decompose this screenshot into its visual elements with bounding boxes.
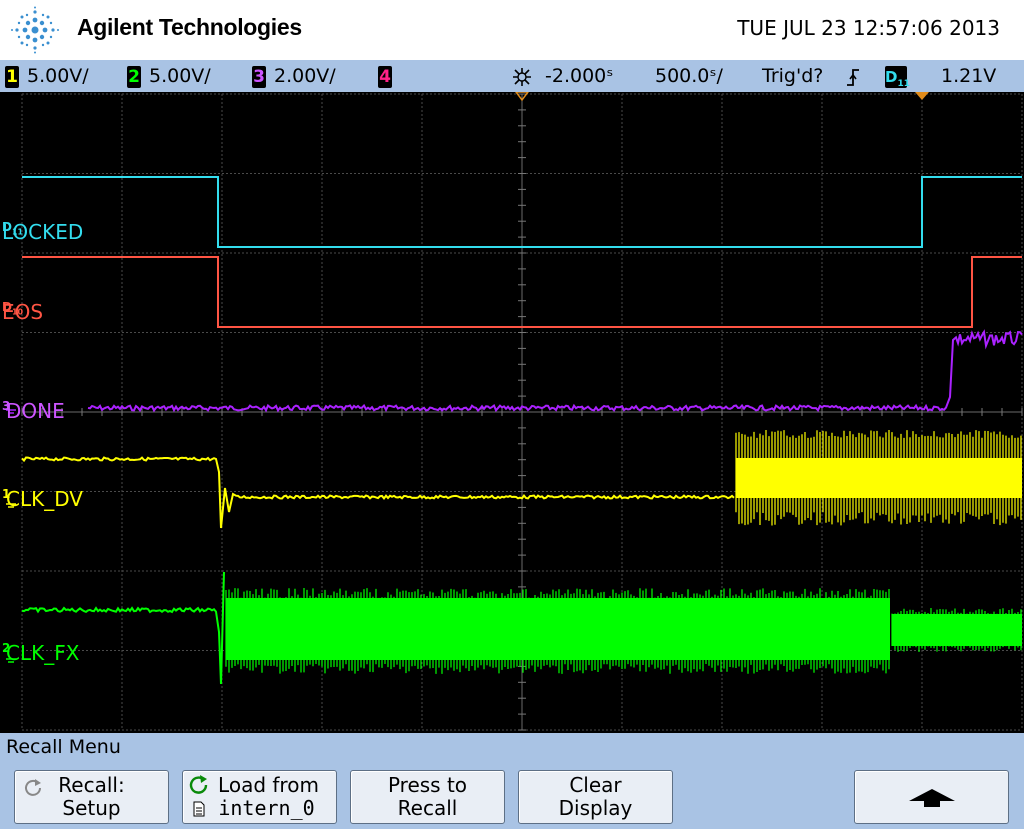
channel-clk-fx-label: 2 CLK_FX [2, 641, 79, 665]
status-bar: 1 5.00V/ 2 5.00V/ 3 2.00V/ 4 -2.000ˢ 500.0ˢ… [0, 60, 1024, 92]
trigger-state: Trig'd? [762, 65, 824, 87]
recall-setup-line2: Setup [62, 796, 121, 820]
press-to-recall-line1: Press to [387, 773, 468, 797]
channel-1-scale[interactable]: 1 5.00V/ [5, 63, 89, 89]
recall-circular-arrow-icon [189, 775, 208, 794]
channel-eos-marker: D10 [2, 300, 24, 317]
date-time: TUE JUL 23 12:57:06 2013 [737, 16, 1000, 40]
channel-done-marker: 3 [2, 399, 11, 413]
delay-reference-marker [915, 92, 929, 100]
horizontal-delay[interactable]: -2.000ˢ [509, 63, 613, 89]
brand-name: Agilent Technologies [77, 14, 302, 40]
channel-3-badge: 3 [252, 65, 266, 88]
clear-display-line2: Display [558, 796, 633, 820]
back-up-softkey[interactable] [854, 770, 1009, 824]
done-trace [87, 329, 1023, 413]
trigger-source-badge: D11 [885, 65, 910, 89]
delay-knob-icon [513, 67, 531, 86]
channel-locked-marker: D11 [2, 220, 24, 237]
recall-setup-softkey[interactable]: Recall: Setup [14, 770, 169, 824]
timebase[interactable]: 500.0ˢ/ [655, 63, 723, 89]
load-from-softkey[interactable]: Load from intern_0 [182, 770, 337, 824]
channel-1-scale-value: 5.00V/ [27, 65, 89, 87]
waveform-display[interactable]: D11 LOCKED D10 EOS 3 DONE 1 CLK_DV 2 CLK… [0, 92, 1024, 733]
channel-locked-label: D11 LOCKED [2, 220, 83, 244]
channel-clk-fx-name: CLK_FX [6, 641, 80, 665]
clear-display-line1: Clear [569, 773, 622, 797]
trigger-level-value: 1.21V [941, 65, 997, 87]
channel-clk-dv-label: 1 CLK_DV [2, 487, 83, 511]
channel-3-scale[interactable]: 3 2.00V/ [252, 63, 336, 89]
trigger-level[interactable]: 1.21V [941, 63, 996, 89]
recall-circular-arrow-icon [25, 779, 41, 796]
press-to-recall-softkey[interactable]: Press to Recall [350, 770, 505, 824]
agilent-spark-icon [11, 6, 59, 54]
file-icon [193, 801, 205, 817]
clk-dv-trace [21, 456, 735, 529]
press-to-recall-line2: Recall [397, 796, 458, 820]
channel-2-scale-value: 5.00V/ [149, 65, 211, 87]
channel-clk-fx-marker: 2 [2, 641, 11, 655]
softkey-bar: Recall: Setup Load from intern_0 Press t… [0, 761, 1024, 829]
graticule [6, 92, 1023, 731]
channel-clk-dv-marker: 1 [2, 487, 11, 501]
load-from-file-name: intern_0 [218, 796, 315, 820]
channel-done-name: DONE [6, 399, 65, 423]
channel-done-label: 3 DONE [2, 399, 65, 423]
trigger-status: Trig'd? [762, 63, 823, 89]
channel-4-scale[interactable]: 4 [378, 63, 400, 89]
channel-2-badge: 2 [127, 65, 141, 88]
channel-clk-dv-name: CLK_DV [6, 487, 83, 511]
up-arrow-icon [909, 789, 955, 807]
channel-3-scale-value: 2.00V/ [274, 65, 336, 87]
clk-fx-trace [21, 571, 225, 685]
channel-eos-label: D10 EOS [2, 300, 43, 324]
trigger-slope[interactable] [846, 63, 860, 89]
title-bar: Agilent Technologies TUE JUL 23 12:57:06… [0, 0, 1024, 60]
delay-value: -2.000ˢ [545, 65, 614, 87]
timebase-value: 500.0ˢ/ [655, 65, 723, 87]
trigger-source[interactable]: D11 [885, 63, 915, 89]
clear-display-softkey[interactable]: Clear Display [518, 770, 673, 824]
menu-title: Recall Menu [0, 733, 1024, 761]
channel-1-badge: 1 [5, 65, 19, 88]
channel-4-badge: 4 [378, 65, 392, 88]
load-from-line2: intern_0 [183, 797, 336, 820]
channel-2-scale[interactable]: 2 5.00V/ [127, 63, 211, 89]
rising-edge-icon [847, 68, 859, 86]
